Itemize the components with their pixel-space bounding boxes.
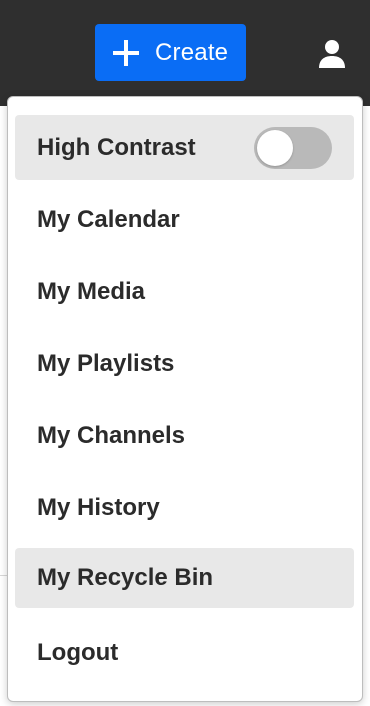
menu-item-label: My Calendar [37,205,180,233]
menu-item-my-recycle-bin[interactable]: My Recycle Bin [15,548,354,608]
create-button[interactable]: Create [95,24,246,81]
menu-item-label: My Media [37,277,146,305]
user-icon[interactable] [316,38,348,70]
menu-item-my-calendar[interactable]: My Calendar [15,187,354,252]
menu-item-my-history[interactable]: My History [15,475,354,540]
menu-item-label: My Playlists [37,349,175,377]
menu-item-my-playlists[interactable]: My Playlists [15,331,354,396]
menu-item-label: High Contrast [37,133,196,161]
plus-icon [113,39,139,66]
menu-item-label: My Channels [37,421,186,449]
menu-item-high-contrast[interactable]: High Contrast [15,115,354,180]
menu-item-label: Logout [37,638,119,666]
user-dropdown-menu: High Contrast My Calendar My Media My Pl… [7,96,363,702]
menu-item-label: My Recycle Bin [37,564,214,591]
menu-item-label: My History [37,493,160,521]
menu-item-my-channels[interactable]: My Channels [15,403,354,468]
create-button-label: Create [155,38,229,66]
menu-item-logout[interactable]: Logout [15,620,354,685]
high-contrast-toggle[interactable] [254,127,332,169]
toggle-knob [257,130,293,166]
menu-item-my-media[interactable]: My Media [15,259,354,324]
top-navigation-bar: Create [0,0,370,106]
